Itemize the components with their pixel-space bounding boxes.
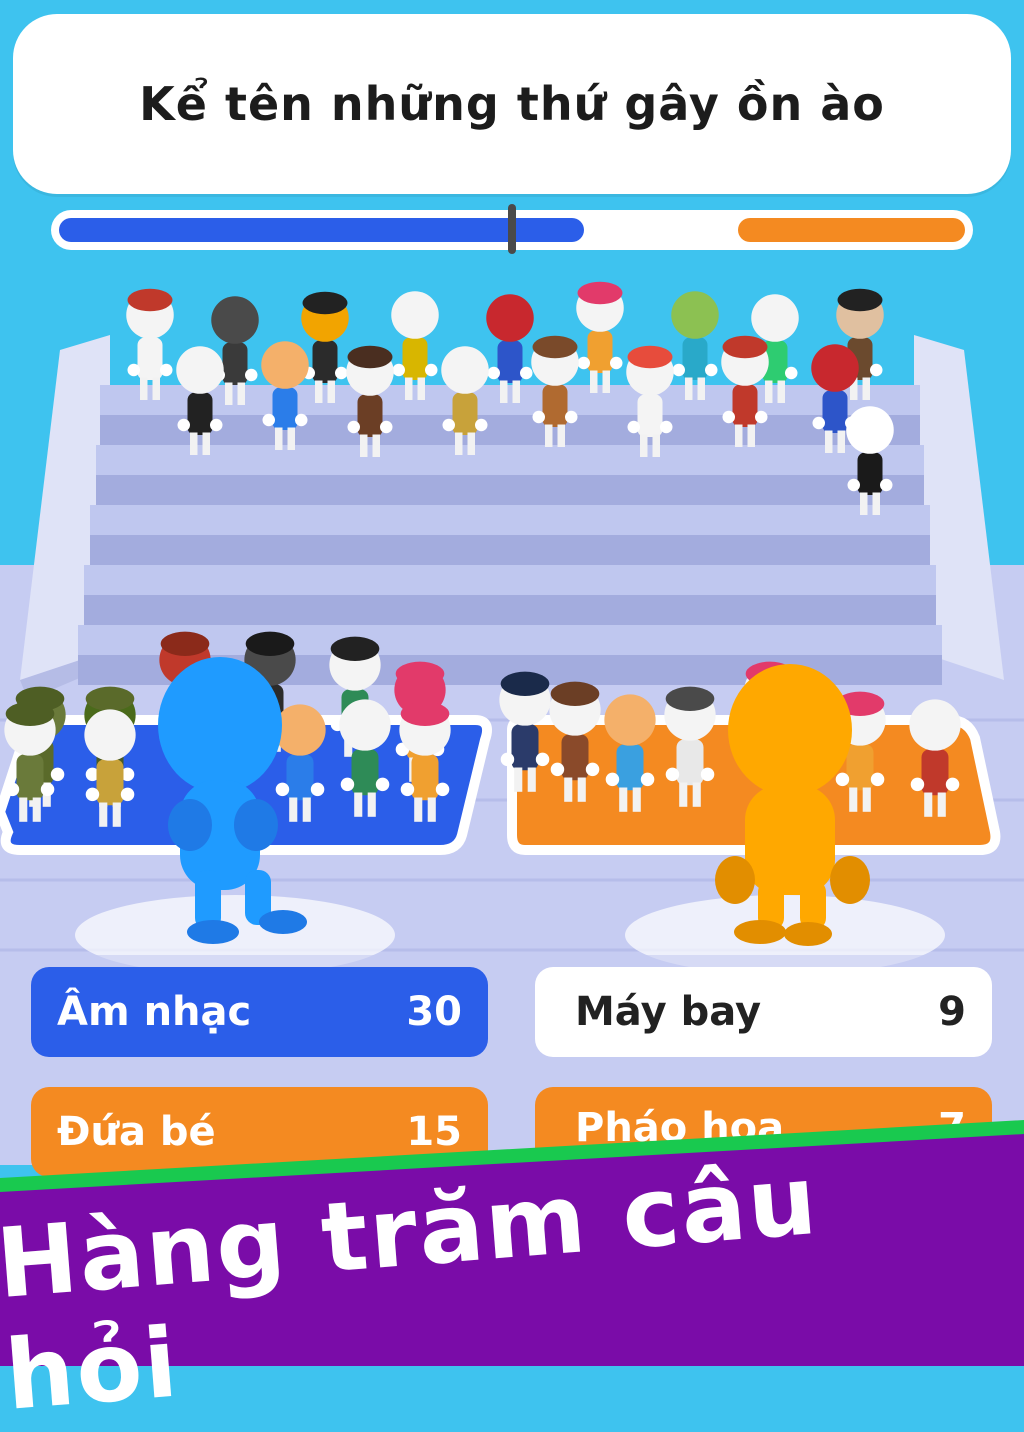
question-text: Kể tên những thứ gây ồn ào [139, 77, 885, 131]
answer-option-2[interactable]: Máy bay 9 [535, 967, 992, 1057]
question-panel: Kể tên những thứ gây ồn ào [13, 14, 1011, 194]
progress-midpoint-marker [508, 204, 516, 254]
answer-count: 30 [406, 989, 462, 1035]
answer-label: Âm nhạc [57, 989, 252, 1035]
score-progress-bar [51, 204, 973, 254]
blue-team-progress [59, 218, 584, 242]
answer-option-1[interactable]: Âm nhạc 30 [31, 967, 488, 1057]
promo-banner-text: Hàng trăm câu hỏi [0, 1143, 823, 1432]
answer-count: 9 [938, 989, 966, 1035]
answer-label: Máy bay [575, 989, 762, 1035]
orange-team-progress [738, 218, 965, 242]
